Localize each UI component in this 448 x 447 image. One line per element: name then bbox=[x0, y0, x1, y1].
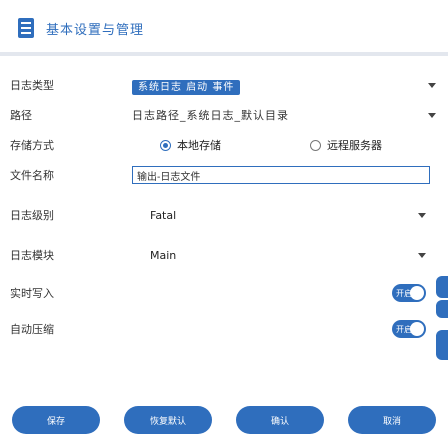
save-button[interactable]: 保存 bbox=[12, 406, 100, 434]
cancel-button[interactable]: 取消 bbox=[348, 406, 436, 434]
mode-row: 存储方式 本地存储 远程服务器 bbox=[0, 130, 448, 160]
name-input[interactable] bbox=[132, 166, 430, 184]
side-tab-mid[interactable] bbox=[436, 300, 448, 318]
chevron-down-icon[interactable] bbox=[418, 252, 426, 258]
chevron-down-icon[interactable] bbox=[428, 82, 436, 88]
path-select[interactable]: 日志路径_系统日志_默认目录 bbox=[132, 107, 289, 123]
type-select[interactable]: 系统日志 启动 事件 bbox=[132, 78, 241, 95]
level-row[interactable]: 日志级别 Fatal bbox=[0, 200, 448, 230]
restore-default-button[interactable]: 恢复默认 bbox=[124, 406, 212, 434]
name-label: 文件名称 bbox=[10, 169, 54, 182]
mode-radio-remote[interactable]: 远程服务器 bbox=[310, 137, 382, 153]
switch2-label: 自动压缩 bbox=[10, 323, 54, 336]
page-title: 基本设置与管理 bbox=[46, 22, 145, 38]
switch1-row: 实时写入 开启 bbox=[0, 278, 448, 308]
name-row: 文件名称 bbox=[0, 160, 448, 190]
radio-unchecked-icon bbox=[310, 139, 321, 151]
switch1-toggle[interactable]: 开启 bbox=[392, 284, 426, 302]
header: 基本设置与管理 bbox=[16, 10, 144, 46]
mode-option-b-label: 远程服务器 bbox=[327, 139, 382, 152]
radio-checked-icon bbox=[160, 139, 171, 151]
module-select[interactable]: Main bbox=[150, 249, 176, 262]
chevron-down-icon[interactable] bbox=[418, 212, 426, 218]
header-divider bbox=[0, 52, 448, 56]
switch2-row: 自动压缩 开启 bbox=[0, 314, 448, 344]
mode-radio-local[interactable]: 本地存储 bbox=[160, 137, 221, 153]
type-label: 日志类型 bbox=[10, 79, 54, 92]
type-value: 系统日志 启动 事件 bbox=[132, 79, 241, 95]
side-tab-top[interactable] bbox=[436, 276, 448, 298]
confirm-button[interactable]: 确认 bbox=[236, 406, 324, 434]
switch1-label: 实时写入 bbox=[10, 287, 54, 300]
module-label: 日志模块 bbox=[10, 249, 54, 262]
level-label: 日志级别 bbox=[10, 209, 54, 222]
switch2-toggle[interactable]: 开启 bbox=[392, 320, 426, 338]
path-label: 路径 bbox=[10, 109, 32, 122]
button-bar: 保存 恢复默认 确认 取消 bbox=[0, 406, 448, 436]
type-row[interactable]: 日志类型 系统日志 启动 事件 bbox=[0, 70, 448, 100]
mode-option-a-label: 本地存储 bbox=[177, 139, 221, 152]
app-logo-icon bbox=[18, 18, 34, 38]
module-row[interactable]: 日志模块 Main bbox=[0, 240, 448, 270]
chevron-down-icon[interactable] bbox=[428, 112, 436, 118]
path-row[interactable]: 路径 日志路径_系统日志_默认目录 bbox=[0, 100, 448, 130]
side-tab-bottom[interactable] bbox=[436, 330, 448, 360]
mode-label: 存储方式 bbox=[10, 139, 54, 152]
level-select[interactable]: Fatal bbox=[150, 209, 176, 222]
